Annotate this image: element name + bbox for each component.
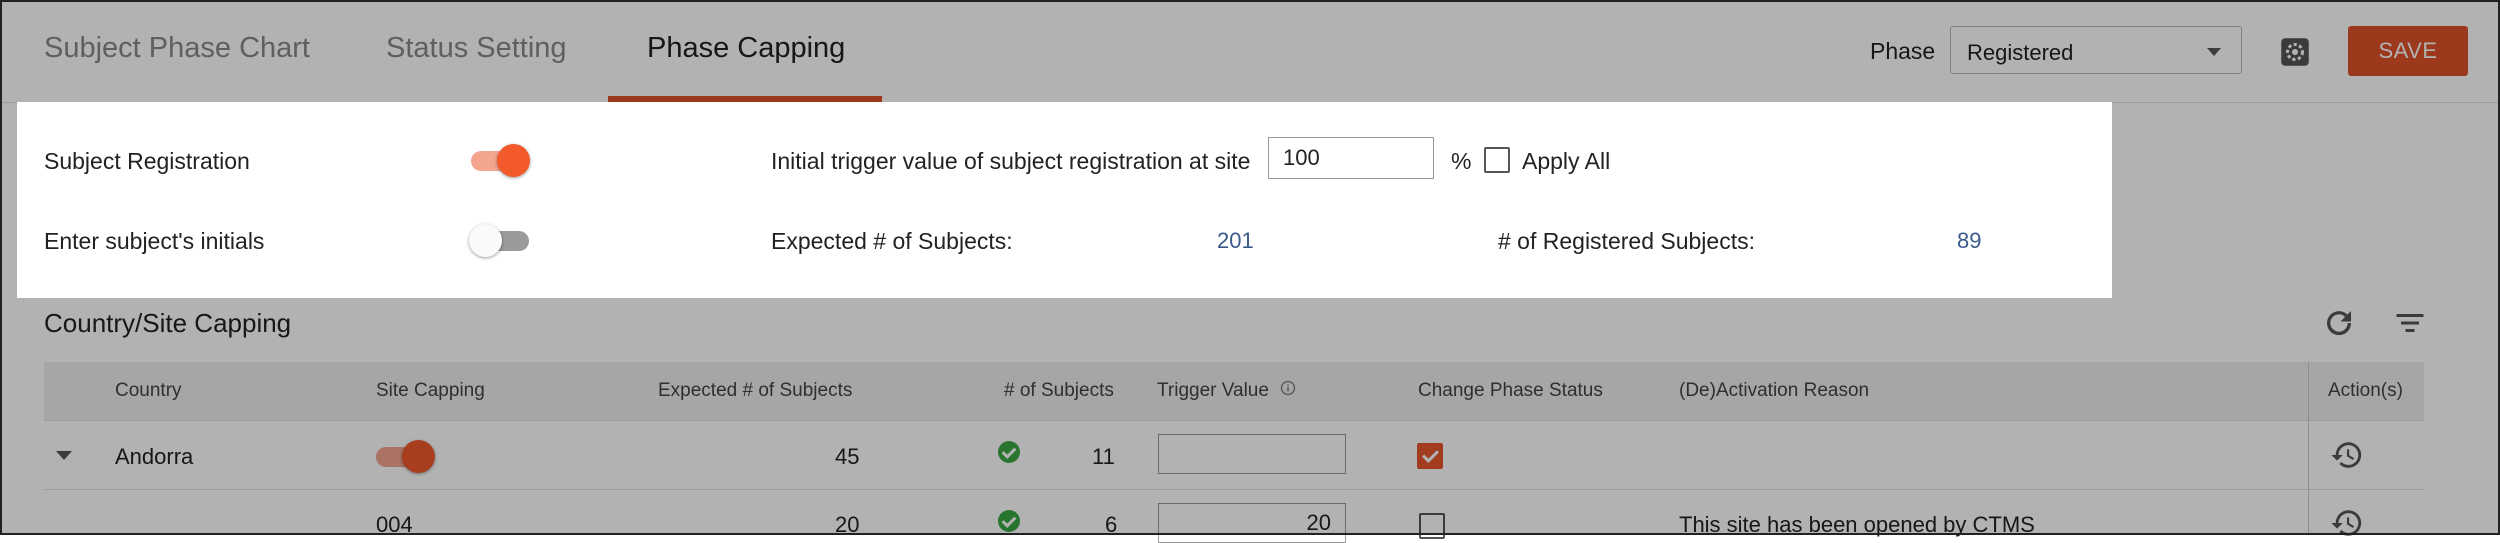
toggle-knob bbox=[497, 144, 530, 177]
col-deactivation-reason: (De)Activation Reason bbox=[1679, 380, 1870, 401]
col-country: Country bbox=[115, 380, 182, 401]
row-expected: 45 bbox=[835, 444, 860, 469]
tab-phase-capping[interactable]: Phase Capping bbox=[647, 32, 845, 65]
top-bar: Subject Phase Chart Status Setting Phase… bbox=[0, 0, 2500, 103]
check-circle-icon bbox=[998, 510, 1020, 532]
history-icon[interactable] bbox=[2330, 438, 2364, 472]
chevron-down-icon bbox=[2207, 48, 2221, 56]
gear-icon[interactable] bbox=[2280, 37, 2310, 67]
trigger-value-input[interactable] bbox=[1158, 434, 1346, 474]
row-expected: 20 bbox=[835, 512, 860, 537]
app-window: Subject Phase Chart Status Setting Phase… bbox=[0, 0, 2500, 543]
col-actions: Action(s) bbox=[2328, 380, 2403, 401]
row-country: Andorra bbox=[115, 444, 194, 469]
tab-status-setting[interactable]: Status Setting bbox=[386, 32, 567, 65]
tab-subject-phase-chart[interactable]: Subject Phase Chart bbox=[44, 32, 310, 65]
row-site-id: 004 bbox=[376, 512, 413, 537]
enter-initials-toggle[interactable] bbox=[469, 224, 529, 257]
subject-registration-label: Subject Registration bbox=[44, 148, 250, 174]
save-button[interactable]: SAVE bbox=[2348, 26, 2468, 76]
apply-all-checkbox[interactable] bbox=[1484, 147, 1510, 173]
chevron-down-icon[interactable] bbox=[56, 451, 72, 460]
phase-select[interactable]: Registered bbox=[1950, 26, 2242, 74]
apply-all-label[interactable]: Apply All bbox=[1522, 148, 1610, 175]
enter-initials-label: Enter subject's initials bbox=[44, 228, 265, 254]
change-phase-status-checkbox[interactable] bbox=[1417, 443, 1443, 469]
percent-sign: % bbox=[1451, 148, 1472, 174]
section-title: Country/Site Capping bbox=[44, 308, 292, 338]
row-reason: This site has been opened by CTMS bbox=[1679, 512, 2035, 537]
info-icon[interactable] bbox=[1280, 380, 1296, 396]
trigger-value-input[interactable] bbox=[1158, 503, 1346, 543]
phase-label: Phase bbox=[1870, 38, 1936, 64]
toggle-knob bbox=[469, 224, 502, 257]
filter-icon[interactable] bbox=[2392, 305, 2428, 341]
col-trigger-value: Trigger Value bbox=[1157, 380, 1269, 401]
dim-overlay bbox=[2112, 102, 2500, 298]
registered-subjects-value: 89 bbox=[1957, 228, 1982, 253]
registered-subjects-label: # of Registered Subjects: bbox=[1498, 228, 1755, 254]
expected-subjects-label: Expected # of Subjects: bbox=[771, 228, 1013, 254]
col-site-capping: Site Capping bbox=[376, 380, 485, 401]
phase-select-value: Registered bbox=[1967, 40, 2074, 65]
row-subjects: 6 bbox=[1105, 512, 1118, 537]
col-num-subjects: # of Subjects bbox=[1004, 380, 1114, 401]
col-expected-subjects: Expected # of Subjects bbox=[658, 380, 853, 401]
change-phase-status-checkbox[interactable] bbox=[1419, 513, 1445, 539]
trigger-value-label: Initial trigger value of subject registr… bbox=[771, 148, 1251, 174]
col-change-phase-status: Change Phase Status bbox=[1418, 380, 1603, 401]
subject-registration-toggle[interactable] bbox=[471, 144, 530, 177]
dim-overlay bbox=[0, 102, 17, 298]
row-subjects: 11 bbox=[1092, 444, 1115, 469]
trigger-value-input[interactable] bbox=[1268, 137, 1434, 179]
expected-subjects-value: 201 bbox=[1217, 228, 1254, 253]
row-divider bbox=[44, 489, 2424, 490]
settings-panel: Subject Registration Initial trigger val… bbox=[17, 102, 2112, 298]
refresh-icon[interactable] bbox=[2321, 305, 2357, 341]
column-divider bbox=[2308, 362, 2309, 535]
toggle-knob bbox=[402, 440, 435, 473]
check-circle-icon bbox=[998, 441, 1020, 463]
site-capping-toggle[interactable] bbox=[376, 440, 435, 473]
